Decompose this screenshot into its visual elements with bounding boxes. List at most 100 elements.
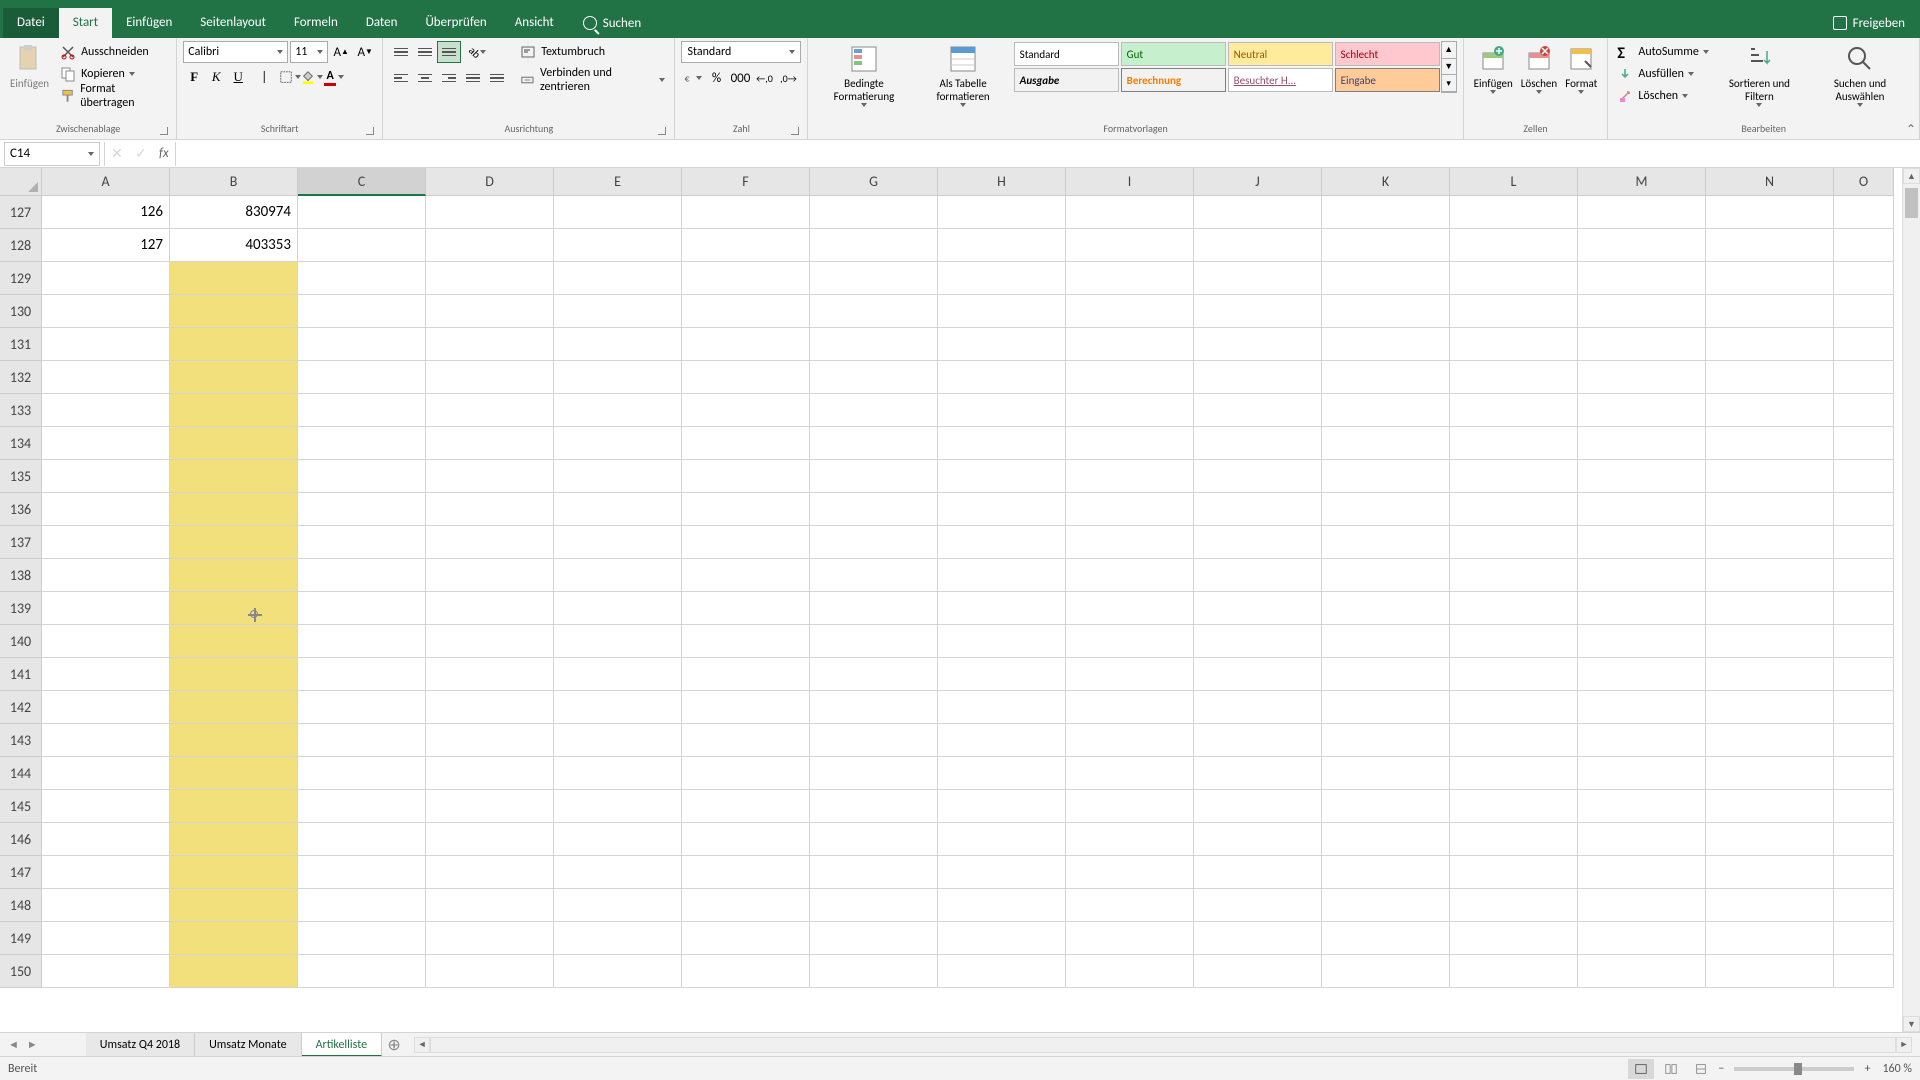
cell-H142[interactable] — [938, 691, 1066, 724]
cell-K130[interactable] — [1322, 295, 1450, 328]
cell-I147[interactable] — [1066, 856, 1194, 889]
cell-E145[interactable] — [554, 790, 682, 823]
align-top-button[interactable] — [389, 41, 413, 63]
cell-A146[interactable] — [42, 823, 170, 856]
cell-J143[interactable] — [1194, 724, 1322, 757]
format-painter-button[interactable]: Format übertragen — [57, 85, 170, 107]
column-header-H[interactable]: H — [938, 168, 1066, 196]
cell-F135[interactable] — [682, 460, 810, 493]
cell-N146[interactable] — [1706, 823, 1834, 856]
tab-start[interactable]: Start — [59, 8, 112, 38]
cell-M129[interactable] — [1578, 262, 1706, 295]
cell-L139[interactable] — [1450, 592, 1578, 625]
cell-H145[interactable] — [938, 790, 1066, 823]
cell-G149[interactable] — [810, 922, 938, 955]
cell-C139[interactable] — [298, 592, 426, 625]
cell-E134[interactable] — [554, 427, 682, 460]
cell-K129[interactable] — [1322, 262, 1450, 295]
page-layout-view-button[interactable] — [1658, 1059, 1684, 1079]
cell-K132[interactable] — [1322, 361, 1450, 394]
cell-B134[interactable] — [170, 427, 298, 460]
sheet-tab-2[interactable]: Artikelliste — [302, 1033, 383, 1057]
cell-F138[interactable] — [682, 559, 810, 592]
style-standard[interactable]: Standard — [1014, 42, 1119, 66]
cell-H140[interactable] — [938, 625, 1066, 658]
cell-M140[interactable] — [1578, 625, 1706, 658]
column-header-L[interactable]: L — [1450, 168, 1578, 196]
cell-K142[interactable] — [1322, 691, 1450, 724]
delete-cells-button[interactable]: Löschen — [1517, 41, 1561, 96]
cell-D147[interactable] — [426, 856, 554, 889]
cell-F143[interactable] — [682, 724, 810, 757]
cell-I137[interactable] — [1066, 526, 1194, 559]
cell-H147[interactable] — [938, 856, 1066, 889]
cell-H148[interactable] — [938, 889, 1066, 922]
cell-E140[interactable] — [554, 625, 682, 658]
cell-J136[interactable] — [1194, 493, 1322, 526]
column-header-J[interactable]: J — [1194, 168, 1322, 196]
zoom-level[interactable]: 160 % — [1882, 1062, 1912, 1076]
cell-O137[interactable] — [1834, 526, 1894, 559]
cell-J140[interactable] — [1194, 625, 1322, 658]
increase-decimal-button[interactable]: ←,0 — [753, 67, 775, 89]
column-header-F[interactable]: F — [682, 168, 810, 196]
row-header-134[interactable]: 134 — [0, 427, 42, 460]
cell-O130[interactable] — [1834, 295, 1894, 328]
fill-color-button[interactable] — [301, 66, 323, 88]
align-left-button[interactable] — [389, 67, 413, 89]
cell-N143[interactable] — [1706, 724, 1834, 757]
cell-A129[interactable] — [42, 262, 170, 295]
cell-D128[interactable] — [426, 229, 554, 262]
cell-H127[interactable] — [938, 196, 1066, 229]
cell-O135[interactable] — [1834, 460, 1894, 493]
row-header-144[interactable]: 144 — [0, 757, 42, 790]
cell-O140[interactable] — [1834, 625, 1894, 658]
styles-scroll[interactable]: ▲▼▾ — [1441, 41, 1457, 93]
cell-B135[interactable] — [170, 460, 298, 493]
cell-E141[interactable] — [554, 658, 682, 691]
format-as-table-button[interactable]: Als Tabelle formatieren — [913, 41, 1012, 109]
cell-L130[interactable] — [1450, 295, 1578, 328]
cell-O136[interactable] — [1834, 493, 1894, 526]
cell-D134[interactable] — [426, 427, 554, 460]
cell-L127[interactable] — [1450, 196, 1578, 229]
cell-K135[interactable] — [1322, 460, 1450, 493]
cell-M136[interactable] — [1578, 493, 1706, 526]
cell-A142[interactable] — [42, 691, 170, 724]
cell-L134[interactable] — [1450, 427, 1578, 460]
column-header-K[interactable]: K — [1322, 168, 1450, 196]
cell-C141[interactable] — [298, 658, 426, 691]
cell-J134[interactable] — [1194, 427, 1322, 460]
cell-I144[interactable] — [1066, 757, 1194, 790]
cell-M134[interactable] — [1578, 427, 1706, 460]
cell-E147[interactable] — [554, 856, 682, 889]
cell-M142[interactable] — [1578, 691, 1706, 724]
cell-L133[interactable] — [1450, 394, 1578, 427]
cell-J150[interactable] — [1194, 955, 1322, 988]
cell-C144[interactable] — [298, 757, 426, 790]
paste-button[interactable]: Einfügen — [6, 41, 53, 92]
cell-L148[interactable] — [1450, 889, 1578, 922]
cell-D135[interactable] — [426, 460, 554, 493]
row-header-146[interactable]: 146 — [0, 823, 42, 856]
cell-F150[interactable] — [682, 955, 810, 988]
align-middle-button[interactable] — [413, 41, 437, 63]
add-sheet-button[interactable]: ⊕ — [382, 1033, 406, 1057]
cell-M137[interactable] — [1578, 526, 1706, 559]
cell-N130[interactable] — [1706, 295, 1834, 328]
cell-L149[interactable] — [1450, 922, 1578, 955]
cell-D130[interactable] — [426, 295, 554, 328]
cell-C149[interactable] — [298, 922, 426, 955]
cell-C140[interactable] — [298, 625, 426, 658]
cell-E144[interactable] — [554, 757, 682, 790]
cell-I139[interactable] — [1066, 592, 1194, 625]
cell-F129[interactable] — [682, 262, 810, 295]
cell-B147[interactable] — [170, 856, 298, 889]
cell-F131[interactable] — [682, 328, 810, 361]
cell-F140[interactable] — [682, 625, 810, 658]
sheet-tab-0[interactable]: Umsatz Q4 2018 — [86, 1033, 195, 1057]
cell-H146[interactable] — [938, 823, 1066, 856]
cell-N127[interactable] — [1706, 196, 1834, 229]
cell-D150[interactable] — [426, 955, 554, 988]
cell-H150[interactable] — [938, 955, 1066, 988]
